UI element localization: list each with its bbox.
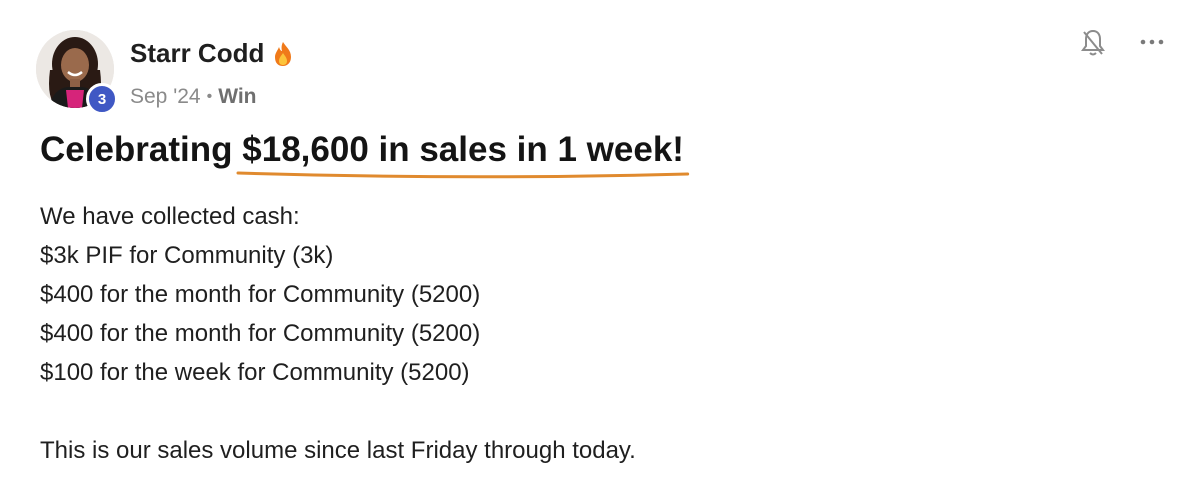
- bell-off-icon[interactable]: [1080, 28, 1106, 58]
- post-date[interactable]: Sep '24: [130, 85, 201, 109]
- author-avatar-container[interactable]: 3: [36, 30, 118, 115]
- author-row: Starr Codd: [130, 38, 294, 69]
- post-title: Celebrating $18,600 in sales in 1 week!: [40, 130, 684, 170]
- body-line: $400 for the month for Community (5200): [40, 281, 481, 308]
- level-badge: 3: [86, 83, 118, 115]
- more-horizontal-icon[interactable]: [1138, 30, 1166, 54]
- fire-icon: [272, 41, 294, 67]
- title-highlight: $18,600 in sales in 1 week!: [242, 130, 684, 170]
- post-meta: Sep '24 • Win: [130, 85, 257, 109]
- title-prefix: Celebrating: [40, 130, 243, 169]
- title-highlight-text: $18,600 in sales in 1 week!: [242, 130, 684, 169]
- meta-separator: •: [206, 88, 213, 105]
- post-category[interactable]: Win: [218, 85, 256, 109]
- title-underline: [238, 168, 688, 182]
- post-card: 3 Starr Codd Sep '24 • Win Celebrating $…: [0, 0, 1200, 500]
- body-line: $400 for the month for Community (5200): [40, 320, 481, 347]
- author-name[interactable]: Starr Codd: [130, 38, 264, 69]
- body-line: $3k PIF for Community (3k): [40, 242, 334, 269]
- post-body: We have collected cash: $3k PIF for Comm…: [40, 197, 636, 470]
- body-closing-line: This is our sales volume since last Frid…: [40, 437, 636, 464]
- body-line: We have collected cash:: [40, 203, 300, 230]
- body-line: $100 for the week for Community (5200): [40, 359, 470, 386]
